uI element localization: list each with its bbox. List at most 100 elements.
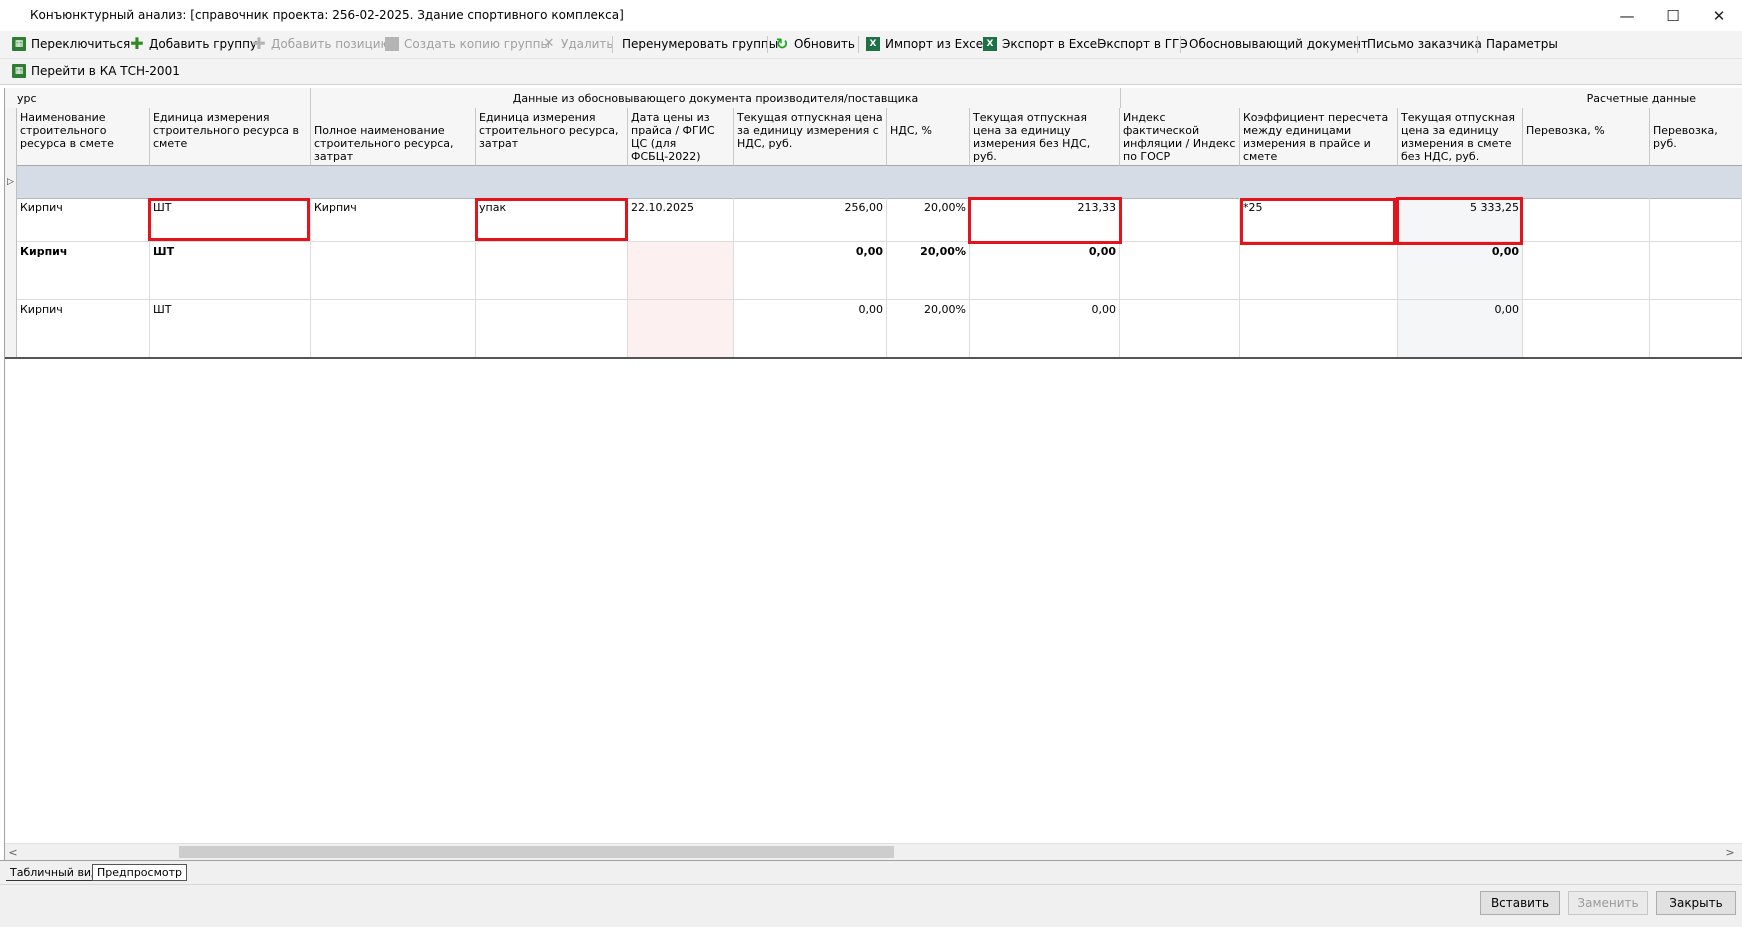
window-title: Конъюнктурный анализ: [справочник проект… [30,8,624,22]
import-excel-button[interactable]: X Импорт из Excel [866,34,986,54]
switch-button[interactable]: ▦ Переключиться [12,34,130,54]
table-cell[interactable] [1120,242,1240,300]
table-cell[interactable]: упак [476,198,628,242]
table-cell[interactable] [1240,300,1398,358]
scroll-right-icon[interactable]: > [1723,844,1737,860]
table-cell[interactable] [1650,242,1742,300]
column-header[interactable]: НДС, % [887,108,970,166]
row-selector[interactable] [5,242,17,300]
secondary-toolbar: ▦ Перейти в КА ТСН-2001 [0,59,1742,85]
add-group-button[interactable]: ✚ Добавить группу [130,34,257,54]
table-cell[interactable]: Кирпич [17,242,150,300]
table-cell[interactable]: Кирпич [311,198,476,242]
column-header[interactable]: Полное наименование строительного ресурс… [311,108,476,166]
delete-label: Удалить [561,37,614,51]
grid-icon: ▦ [12,64,26,78]
copy-group-button[interactable]: Создать копию группы [385,34,550,54]
toolbar-separator [767,36,768,53]
justify-doc-label: Обосновывающий документ [1189,37,1369,51]
row-selector[interactable] [5,300,17,358]
column-header[interactable]: Индекс фактической инфляции / Индекс по … [1120,108,1240,166]
customer-letter-label: Письмо заказчика [1367,37,1482,51]
table-cell[interactable] [1120,198,1240,242]
toolbar-separator [612,36,613,53]
table-cell[interactable] [476,242,628,300]
table-cell[interactable] [1650,300,1742,358]
table-cell[interactable] [1523,198,1650,242]
tab-table-view[interactable]: Табличный вид [6,864,103,881]
add-group-label: Добавить группу [149,37,258,51]
table-cell[interactable]: 0,00 [734,300,887,358]
band-calc-data: Расчетные данные [1586,91,1696,105]
column-header[interactable]: Единица измерения строительного ресурса,… [476,108,628,166]
scroll-left-icon[interactable]: < [6,844,20,860]
table-cell[interactable] [311,242,476,300]
close-window-button[interactable]: ✕ [1696,0,1742,31]
table-cell[interactable] [628,300,734,358]
grid-icon: ▦ [12,37,26,51]
table-cell[interactable]: 5 333,25 [1398,198,1523,242]
table-cell[interactable] [628,242,734,300]
table-cell[interactable]: 0,00 [970,300,1120,358]
toolbar-separator [858,36,859,53]
table-cell[interactable]: 0,00 [970,242,1120,300]
delete-button[interactable]: ✕ Удалить [542,34,614,54]
table-cell[interactable]: ШТ [150,300,311,358]
toolbar-separator [1477,36,1478,53]
refresh-label: Обновить [794,37,855,51]
renumber-groups-button[interactable]: Перенумеровать группы [622,34,778,54]
table-cell[interactable] [476,300,628,358]
toolbar-separator [1357,36,1358,53]
column-header[interactable]: Перевозка, руб. [1650,108,1742,166]
column-header[interactable]: Текущая отпускная цена за единицу измере… [970,108,1120,166]
table-cell[interactable]: 22.10.2025 [628,198,734,242]
parameters-button[interactable]: Параметры [1486,34,1558,54]
minimize-button[interactable]: — [1604,0,1650,31]
table-cell[interactable] [1523,300,1650,358]
customer-letter-button[interactable]: Письмо заказчика [1367,34,1482,54]
table-cell[interactable] [1240,242,1398,300]
table-cell[interactable]: 0,00 [1398,242,1523,300]
table-cell[interactable]: ШТ [150,242,311,300]
table-cell[interactable] [311,300,476,358]
table-cell[interactable]: 256,00 [734,198,887,242]
column-header[interactable]: Коэффициент пересчета между единицами из… [1240,108,1398,166]
table-cell[interactable]: *25 [1240,198,1398,242]
toolbar-separator [1180,36,1181,53]
replace-button[interactable]: Заменить [1568,891,1648,915]
export-excel-button[interactable]: X Экспорт в Excel [983,34,1101,54]
table-cell[interactable]: 0,00 [734,242,887,300]
table-cell[interactable]: 20,00% [887,198,970,242]
column-header[interactable]: Наименование строительного ресурса в сме… [17,108,150,166]
column-header[interactable]: Единица измерения строительного ресурса … [150,108,311,166]
table-cell[interactable] [1523,242,1650,300]
table-cell[interactable] [1120,300,1240,358]
refresh-button[interactable]: ↻ Обновить [775,34,855,54]
table-cell[interactable]: 0,00 [1398,300,1523,358]
maximize-button[interactable]: ☐ [1650,0,1696,31]
row-selector[interactable] [5,198,17,242]
column-header[interactable]: Дата цены из прайса / ФГИС ЦС (для ФСБЦ-… [628,108,734,166]
insert-button[interactable]: Вставить [1480,891,1560,915]
table-cell[interactable]: Кирпич [17,300,150,358]
goto-ka-label: Перейти в КА ТСН-2001 [31,64,180,78]
export-excel-label: Экспорт в Excel [1002,37,1101,51]
add-position-button[interactable]: ✚ Добавить позицию [252,34,390,54]
close-button[interactable]: Закрыть [1656,891,1736,915]
export-gge-button[interactable]: Экспорт в ГГЭ [1098,34,1188,54]
table-cell[interactable]: 20,00% [887,300,970,358]
goto-ka-button[interactable]: ▦ Перейти в КА ТСН-2001 [12,61,180,81]
table-cell[interactable]: 20,00% [887,242,970,300]
column-header[interactable]: Текущая отпускная цена за единицу измере… [1398,108,1523,166]
column-header[interactable]: Перевозка, % [1523,108,1650,166]
plus-icon: ✚ [130,34,144,53]
table-cell[interactable]: 213,33 [970,198,1120,242]
table-cell[interactable] [1650,198,1742,242]
column-header[interactable]: Текущая отпускная цена за единицу измере… [734,108,887,166]
table-cell[interactable]: ШТ [150,198,311,242]
justifying-document-button[interactable]: Обосновывающий документ [1189,34,1368,54]
scrollbar-thumb[interactable] [179,846,894,858]
table-cell[interactable]: Кирпич [17,198,150,242]
group-row[interactable] [17,166,1742,199]
tab-preview[interactable]: Предпросмотр [92,864,187,881]
